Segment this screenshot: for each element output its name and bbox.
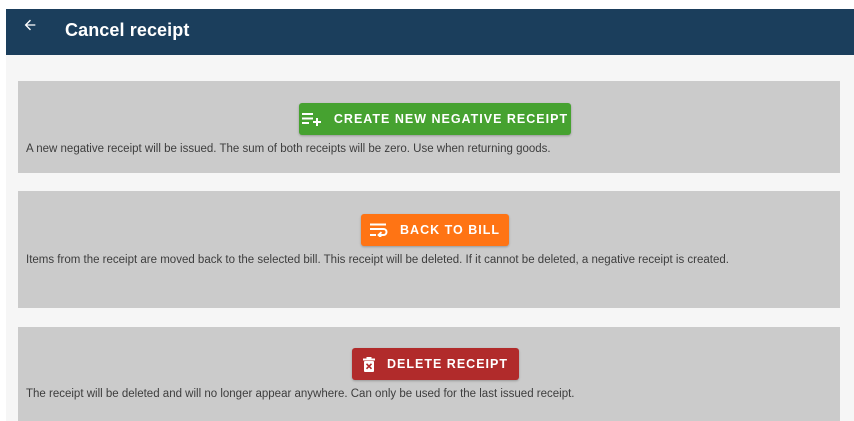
option-card-back-to-bill: BACK TO BILL Items from the receipt are … <box>18 191 840 308</box>
delete-receipt-label: DELETE RECEIPT <box>387 357 508 371</box>
option-card-delete-receipt: DELETE RECEIPT The receipt will be delet… <box>18 327 840 421</box>
delete-receipt-button[interactable]: DELETE RECEIPT <box>352 348 519 380</box>
create-negative-receipt-label: CREATE NEW NEGATIVE RECEIPT <box>333 112 569 126</box>
back-to-bill-label: BACK TO BILL <box>400 223 500 237</box>
cancel-receipt-screen: Cancel receipt CREATE NEW NEGATIVE RECEI… <box>0 0 854 421</box>
back-button[interactable] <box>12 9 48 41</box>
negative-receipt-description: A new negative receipt will be issued. T… <box>26 143 551 155</box>
app-bar: Cancel receipt <box>6 9 854 55</box>
delete-receipt-description: The receipt will be deleted and will no … <box>26 388 575 400</box>
create-negative-receipt-button[interactable]: CREATE NEW NEGATIVE RECEIPT <box>299 103 571 135</box>
arrow-back-icon <box>22 17 38 33</box>
wrap-text-icon <box>370 223 388 237</box>
back-to-bill-description: Items from the receipt are moved back to… <box>26 254 729 266</box>
back-to-bill-button[interactable]: BACK TO BILL <box>361 214 509 246</box>
delete-forever-icon <box>363 356 376 372</box>
page-title: Cancel receipt <box>65 20 190 40</box>
options-panel: CREATE NEW NEGATIVE RECEIPT A new negati… <box>6 55 854 421</box>
option-card-negative-receipt: CREATE NEW NEGATIVE RECEIPT A new negati… <box>18 81 840 173</box>
list-add-icon <box>301 112 322 126</box>
